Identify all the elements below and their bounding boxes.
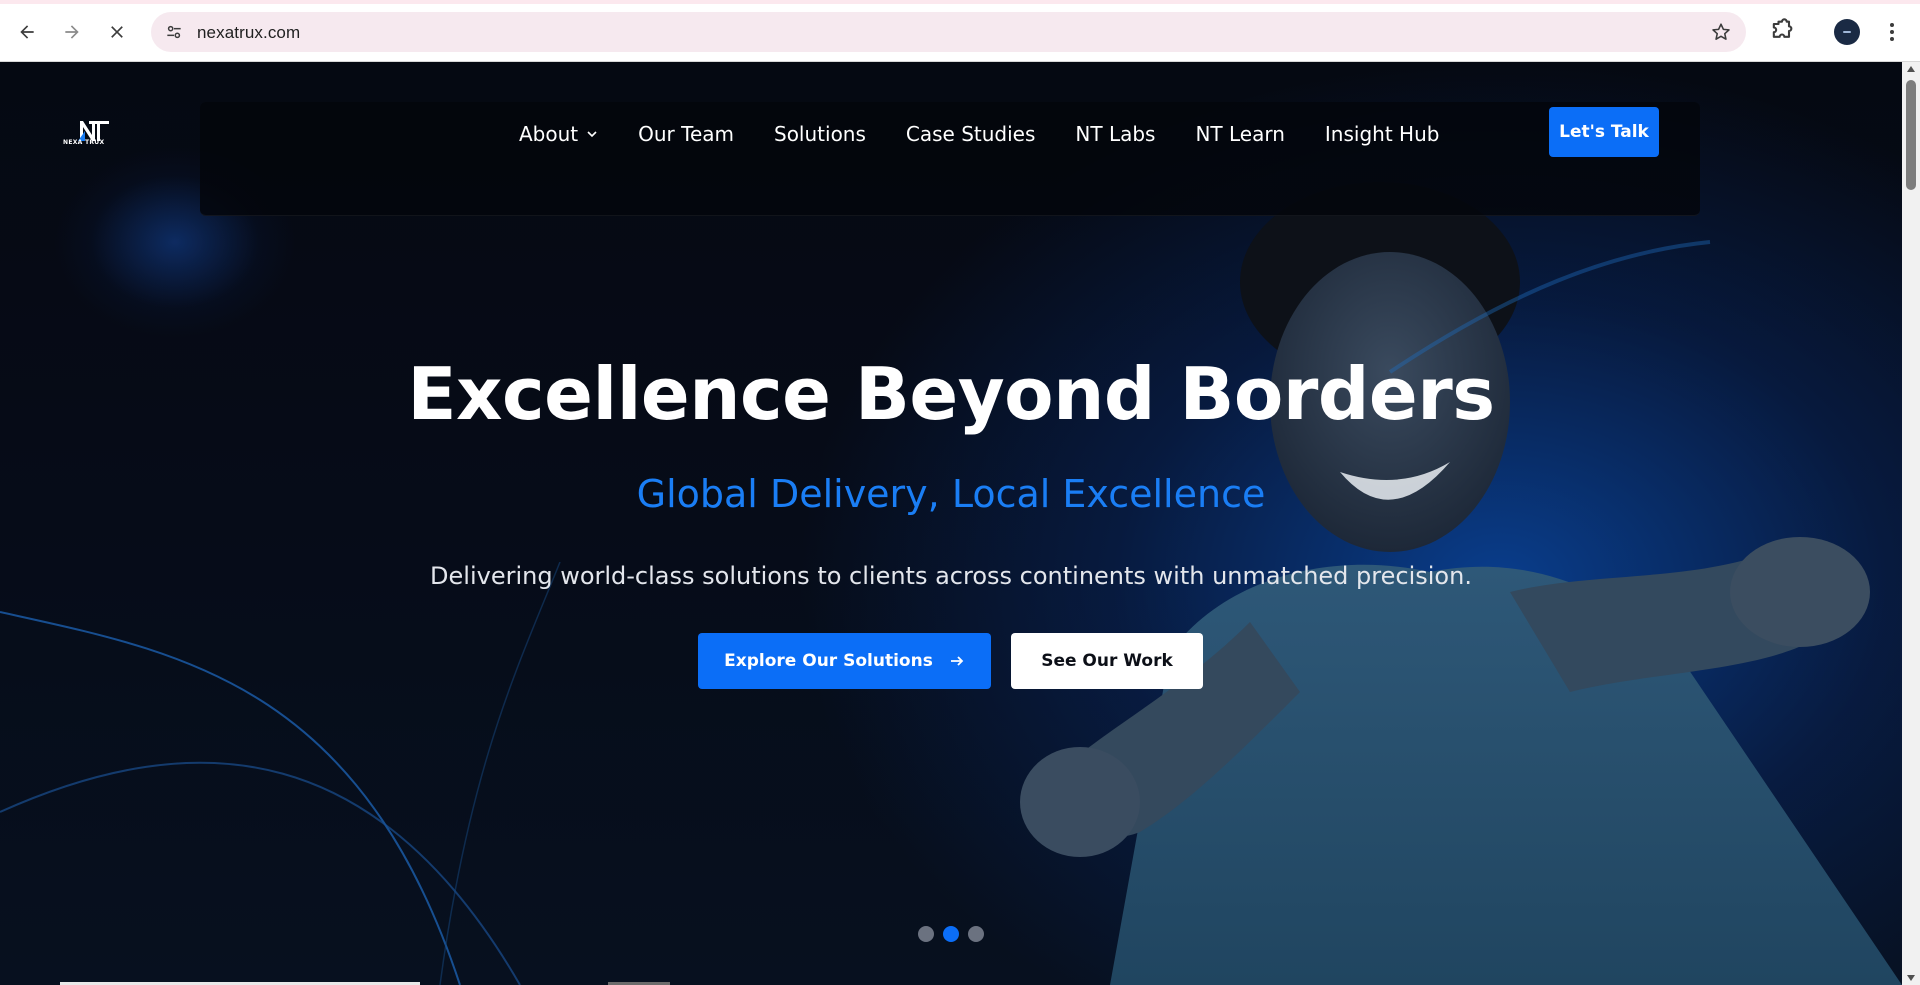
more-vert-icon[interactable] [1880,19,1904,45]
carousel-dot-2[interactable] [943,926,959,942]
stop-loading-button[interactable] [100,15,134,49]
nav-item-our-team[interactable]: Our Team [638,122,734,146]
close-icon [111,26,123,38]
page-scrollbar[interactable] [1902,62,1920,985]
nav-item-insight-hub[interactable]: Insight Hub [1325,122,1440,146]
nav-item-nt-labs[interactable]: NT Labs [1075,122,1155,146]
nav-item-nt-learn[interactable]: NT Learn [1195,122,1284,146]
scrollbar-thumb[interactable] [1906,80,1916,190]
forward-button[interactable] [55,15,89,49]
tab-strip-edge [0,0,1920,4]
nav-item-about[interactable]: About [519,122,598,146]
star-icon[interactable] [1710,21,1732,43]
arrow-right-icon [65,25,79,39]
profile-avatar[interactable] [1834,19,1860,45]
explore-solutions-label: Explore Our Solutions [724,651,933,671]
site-header [200,102,1700,216]
address-bar[interactable]: nexatrux.com [151,12,1746,52]
carousel-dot-1[interactable] [918,926,934,942]
hero-subtitle: Global Delivery, Local Excellence [636,472,1266,516]
hero-title: Excellence Beyond Borders [407,352,1495,436]
decorative-curves [0,562,561,985]
main-nav: About Our Team Solutions Case Studies NT… [519,122,1479,146]
logo-text: NEXA TRUX [63,139,105,146]
arrow-right-icon [950,656,964,666]
nav-item-solutions[interactable]: Solutions [774,122,866,146]
nav-item-case-studies[interactable]: Case Studies [906,122,1036,146]
lets-talk-button[interactable]: Let's Talk [1549,107,1659,157]
scroll-up-icon[interactable] [1907,66,1915,72]
explore-solutions-button[interactable]: Explore Our Solutions [698,633,991,689]
chevron-down-icon [587,131,597,138]
carousel-dot-3[interactable] [968,926,984,942]
scroll-down-icon[interactable] [1907,975,1915,981]
see-our-work-button[interactable]: See Our Work [1011,633,1203,689]
arrow-left-icon [20,25,34,39]
page-viewport: NEXA TRUX About Our Team Solutions Case … [0,62,1902,985]
url-text[interactable]: nexatrux.com [197,23,300,43]
browser-toolbar: nexatrux.com [0,0,1920,62]
puzzle-icon[interactable] [1768,17,1796,45]
nav-label: About [519,122,579,146]
back-button[interactable] [10,15,44,49]
hero-description: Delivering world-class solutions to clie… [430,562,1472,590]
tune-icon[interactable] [163,21,185,43]
carousel-dots [918,926,984,942]
